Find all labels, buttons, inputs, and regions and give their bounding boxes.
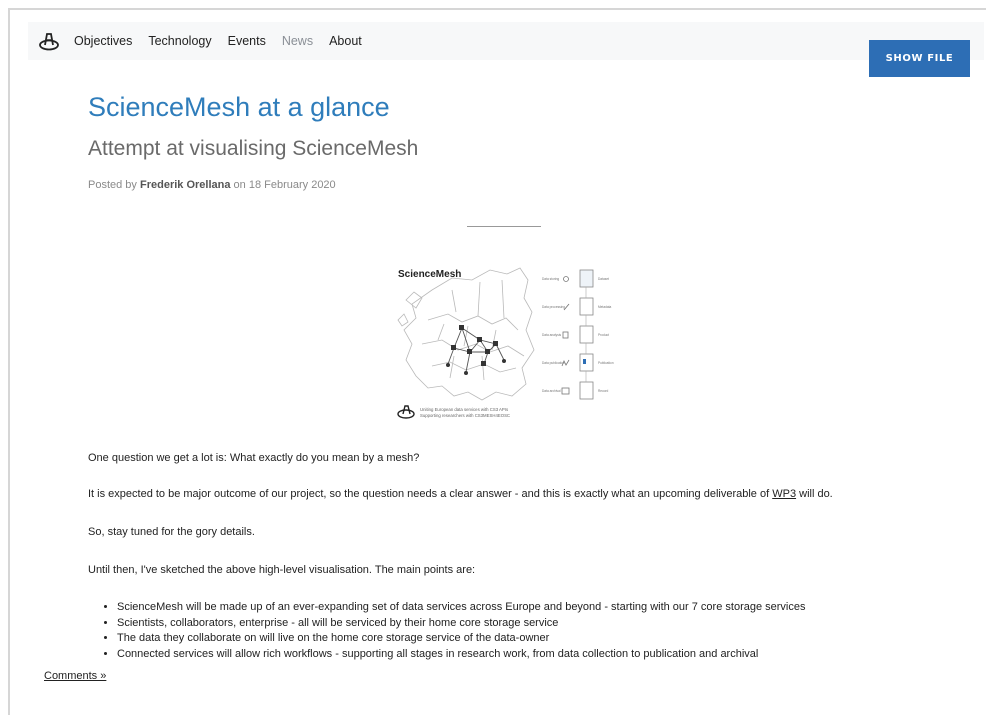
nav-events[interactable]: Events	[228, 34, 266, 48]
svg-text:Data analysis: Data analysis	[542, 333, 562, 337]
nav-objectives[interactable]: Objectives	[74, 34, 132, 48]
svg-text:Data publication: Data publication	[542, 361, 565, 365]
p2-text-before: It is expected to be major outcome of ou…	[88, 488, 773, 500]
figure-heading: ScienceMesh	[398, 269, 461, 280]
svg-text:Metadata: Metadata	[598, 305, 612, 309]
top-navbar: Objectives Technology Events News About	[28, 22, 984, 60]
svg-text:Record: Record	[598, 389, 609, 393]
body-paragraph-3: So, stay tuned for the gory details.	[88, 526, 255, 538]
workflow-step: Data publication Publication	[542, 353, 614, 372]
svg-text:Publication: Publication	[598, 361, 614, 365]
comments-link[interactable]: Comments »	[44, 670, 106, 682]
list-item: Scientists, collaborators, enterprise - …	[117, 616, 805, 632]
workflow-step: Data archival Record	[542, 381, 609, 400]
svg-text:Dataset: Dataset	[598, 277, 609, 281]
post-date: on 18 February 2020	[230, 179, 336, 191]
sciencemesh-diagram: ScienceMesh Data storing Dataset Data pr…	[397, 267, 614, 419]
europe-map	[397, 267, 535, 401]
main-points-list: ScienceMesh will be made up of an ever-e…	[101, 600, 805, 662]
wp3-link[interactable]: WP3	[772, 488, 796, 500]
list-item: ScienceMesh will be made up of an ever-e…	[117, 600, 805, 616]
workflow-step: Data analysis Product	[542, 325, 609, 344]
posted-by-prefix: Posted by	[88, 179, 140, 191]
post-subtitle: Attempt at visualising ScienceMesh	[88, 137, 419, 160]
caption-line-1: Uniting European data services with CS3 …	[420, 407, 508, 412]
svg-text:Data archival: Data archival	[542, 389, 561, 393]
body-paragraph-1: One question we get a lot is: What exact…	[88, 452, 420, 464]
sciencemesh-logo-icon[interactable]	[38, 30, 60, 52]
show-file-button[interactable]: SHOW FILE	[869, 40, 970, 77]
list-item: Connected services will allow rich workf…	[117, 647, 805, 663]
workflow-steps: Data storing Dataset Data processing Met…	[542, 269, 614, 400]
svg-text:Data processing: Data processing	[542, 305, 565, 309]
sciencemesh-figure: ScienceMesh Data storing Dataset Data pr…	[392, 260, 632, 430]
caption-line-2: Supporting researchers with CS3MESH4EOSC	[420, 413, 510, 418]
list-item: The data they collaborate on will live o…	[117, 631, 805, 647]
nav-news[interactable]: News	[282, 34, 313, 48]
nav-technology[interactable]: Technology	[148, 34, 211, 48]
section-divider	[467, 226, 541, 227]
workflow-step: Data storing Dataset	[542, 269, 609, 288]
workflow-step: Data processing Metadata	[542, 297, 612, 316]
nav-about[interactable]: About	[329, 34, 362, 48]
post-title: ScienceMesh at a glance	[88, 92, 390, 122]
post-author: Frederik Orellana	[139, 179, 231, 191]
figure-caption: Uniting European data services with CS3 …	[397, 405, 510, 419]
p2-text-after: will do.	[796, 488, 833, 500]
post-meta: Posted by Frederik Orellana on 18 Februa…	[88, 179, 336, 191]
body-paragraph-4: Until then, I've sketched the above high…	[88, 564, 476, 576]
svg-text:Data storing: Data storing	[542, 277, 559, 281]
svg-text:Product: Product	[598, 333, 609, 337]
body-paragraph-2: It is expected to be major outcome of ou…	[88, 488, 833, 500]
